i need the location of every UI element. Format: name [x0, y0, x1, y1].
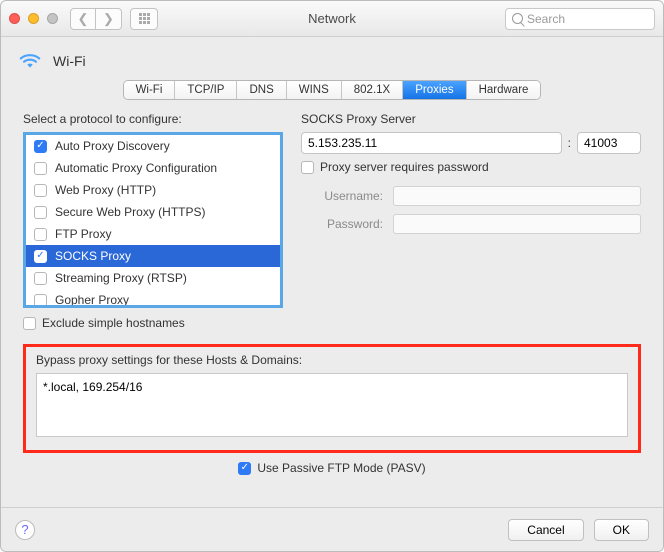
show-all-button[interactable]: [130, 8, 158, 30]
bypass-textarea[interactable]: [36, 373, 628, 437]
protocol-select-label: Select a protocol to configure:: [23, 112, 283, 126]
protocol-checkbox[interactable]: [34, 162, 47, 175]
tab-wins[interactable]: WINS: [287, 81, 342, 99]
requires-password-label: Proxy server requires password: [320, 160, 489, 174]
close-window-icon[interactable]: [9, 13, 20, 24]
protocol-item[interactable]: ✓ Auto Proxy Discovery: [26, 135, 280, 157]
requires-password-checkbox[interactable]: [301, 161, 314, 174]
password-input[interactable]: [393, 214, 641, 234]
protocol-list[interactable]: ✓ Auto Proxy Discovery Automatic Proxy Con…: [23, 132, 283, 308]
proxy-ip-input[interactable]: [301, 132, 562, 154]
cancel-button[interactable]: Cancel: [508, 519, 583, 541]
protocol-checkbox[interactable]: [34, 272, 47, 285]
help-button[interactable]: ?: [15, 520, 35, 540]
protocol-label: FTP Proxy: [55, 227, 111, 241]
protocol-checkbox[interactable]: [34, 184, 47, 197]
search-placeholder: Search: [527, 12, 565, 26]
minimize-window-icon[interactable]: [28, 13, 39, 24]
username-input[interactable]: [393, 186, 641, 206]
nav-back-forward: ❮ ❯: [70, 8, 122, 30]
bypass-section: Bypass proxy settings for these Hosts & …: [23, 344, 641, 453]
tab-proxies[interactable]: Proxies: [403, 81, 466, 99]
protocol-checkbox[interactable]: ✓: [34, 250, 47, 263]
protocol-label: SOCKS Proxy: [55, 249, 131, 263]
tab-wi-fi[interactable]: Wi-Fi: [124, 81, 176, 99]
exclude-hostnames-checkbox[interactable]: [23, 317, 36, 330]
protocol-label: Auto Proxy Discovery: [55, 139, 170, 153]
protocol-item[interactable]: Secure Web Proxy (HTTPS): [26, 201, 280, 223]
ip-port-separator: :: [568, 136, 571, 150]
protocol-label: Web Proxy (HTTP): [55, 183, 156, 197]
protocol-checkbox[interactable]: ✓: [34, 140, 47, 153]
proxy-port-input[interactable]: [577, 132, 641, 154]
exclude-hostnames-label: Exclude simple hostnames: [42, 316, 185, 330]
protocol-item[interactable]: Streaming Proxy (RTSP): [26, 267, 280, 289]
protocol-label: Automatic Proxy Configuration: [55, 161, 217, 175]
search-icon: [512, 13, 523, 24]
username-label: Username:: [301, 189, 383, 203]
password-label: Password:: [301, 217, 383, 231]
passive-ftp-label: Use Passive FTP Mode (PASV): [257, 461, 425, 475]
tab-802-1x[interactable]: 802.1X: [342, 81, 403, 99]
protocol-label: Secure Web Proxy (HTTPS): [55, 205, 205, 219]
protocol-item[interactable]: ✓ SOCKS Proxy: [26, 245, 280, 267]
protocol-checkbox[interactable]: [34, 294, 47, 307]
protocol-item[interactable]: Gopher Proxy: [26, 289, 280, 308]
protocol-label: Gopher Proxy: [55, 293, 129, 307]
passive-ftp-checkbox[interactable]: ✓: [238, 462, 251, 475]
forward-button[interactable]: ❯: [96, 8, 122, 30]
protocol-item[interactable]: FTP Proxy: [26, 223, 280, 245]
bypass-label: Bypass proxy settings for these Hosts & …: [36, 353, 628, 367]
back-button[interactable]: ❮: [70, 8, 96, 30]
protocol-checkbox[interactable]: [34, 206, 47, 219]
tab-dns[interactable]: DNS: [237, 81, 286, 99]
interface-name: Wi-Fi: [53, 53, 86, 69]
ok-button[interactable]: OK: [594, 519, 649, 541]
grid-icon: [139, 13, 150, 24]
footer: ? Cancel OK: [1, 507, 663, 551]
window-controls: [9, 13, 58, 24]
protocol-item[interactable]: Automatic Proxy Configuration: [26, 157, 280, 179]
titlebar: ❮ ❯ Network Search: [1, 1, 663, 37]
proxy-server-label: SOCKS Proxy Server: [301, 112, 641, 126]
tab-hardware[interactable]: Hardware: [467, 81, 541, 99]
tabs-row: Wi-FiTCP/IPDNSWINS802.1XProxiesHardware: [1, 80, 663, 112]
content-area: Wi-Fi Wi-FiTCP/IPDNSWINS802.1XProxiesHar…: [1, 37, 663, 551]
protocol-checkbox[interactable]: [34, 228, 47, 241]
wifi-icon: [17, 49, 43, 72]
tab-tcp-ip[interactable]: TCP/IP: [175, 81, 237, 99]
settings-tabs: Wi-FiTCP/IPDNSWINS802.1XProxiesHardware: [123, 80, 542, 100]
protocol-item[interactable]: Web Proxy (HTTP): [26, 179, 280, 201]
network-preferences-window: ❮ ❯ Network Search Wi-Fi Wi-FiTC: [0, 0, 664, 552]
interface-header: Wi-Fi: [1, 37, 663, 80]
search-input[interactable]: Search: [505, 8, 655, 30]
protocol-label: Streaming Proxy (RTSP): [55, 271, 187, 285]
zoom-window-icon: [47, 13, 58, 24]
